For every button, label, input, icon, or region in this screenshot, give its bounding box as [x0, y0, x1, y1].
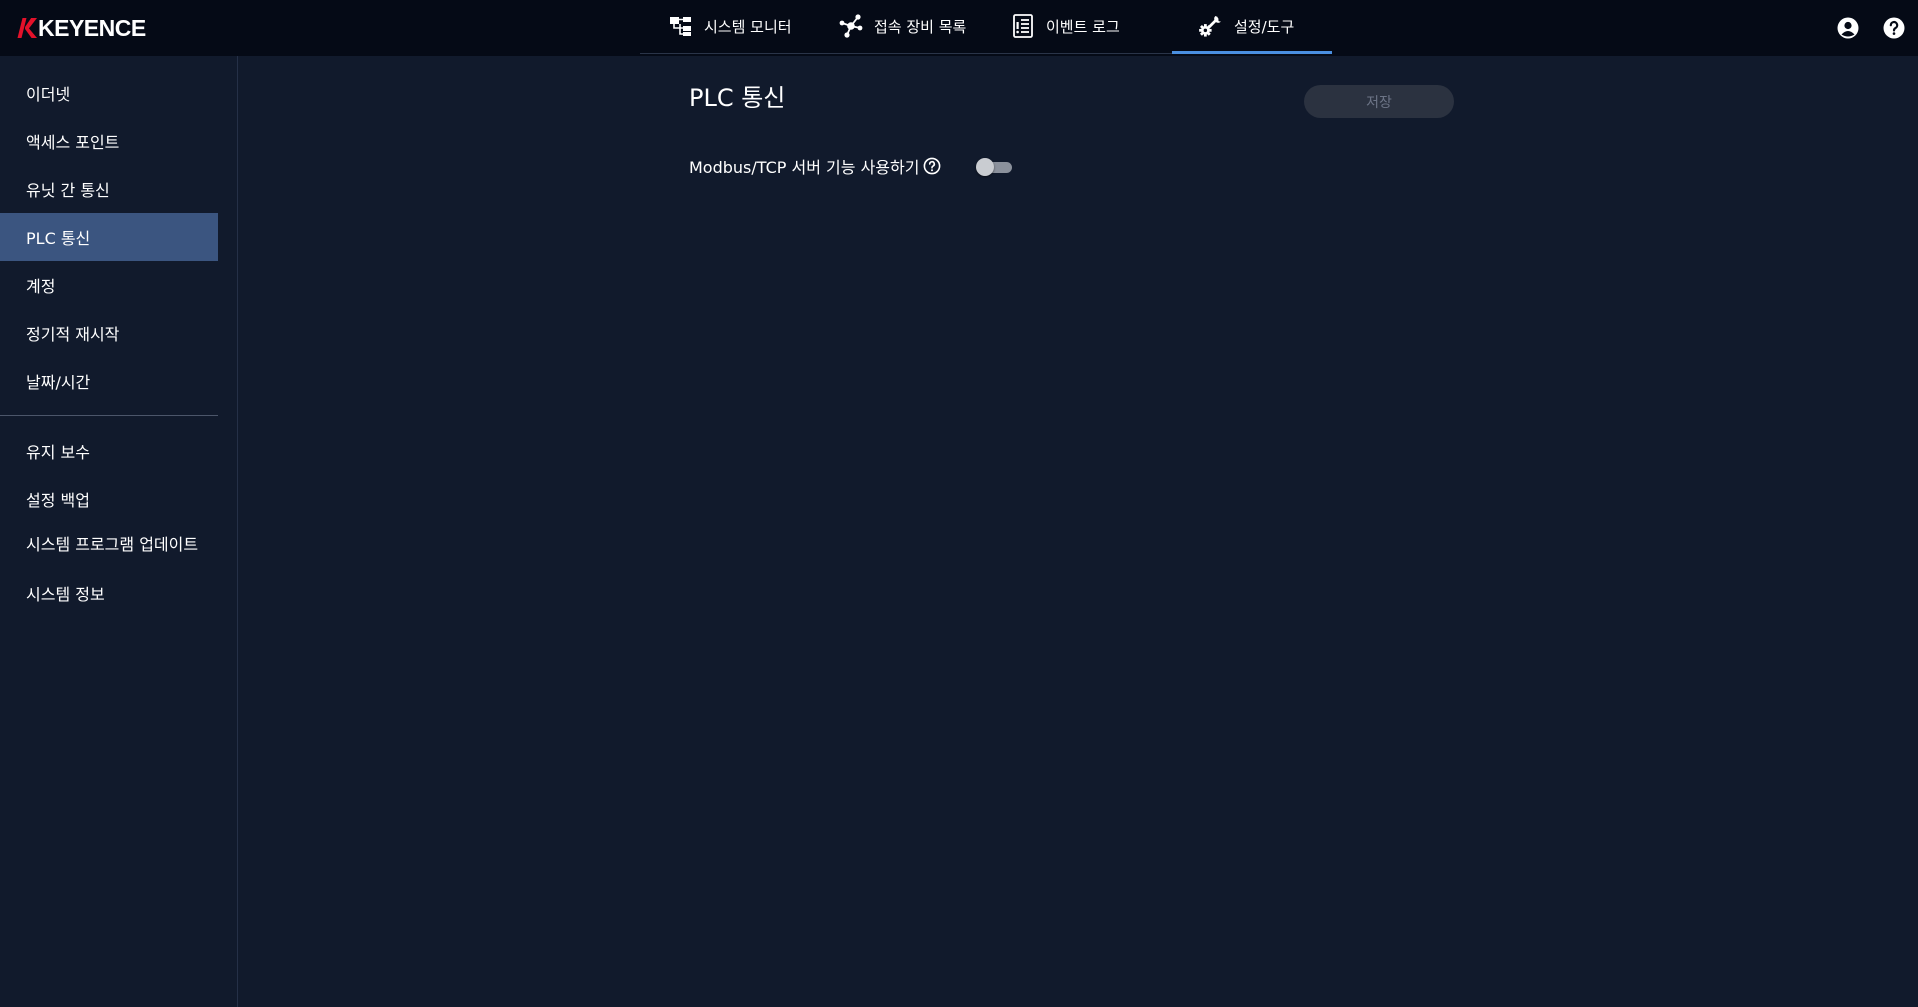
- sidebar-item-date-time[interactable]: 날짜/시간: [0, 357, 218, 405]
- help-circle-icon[interactable]: [923, 157, 941, 175]
- logo-text: KEYENCE: [38, 15, 146, 41]
- account-icon[interactable]: [1836, 16, 1860, 40]
- save-button[interactable]: 저장: [1304, 85, 1454, 118]
- sidebar-item-periodic-restart[interactable]: 정기적 재시작: [0, 309, 218, 357]
- sidebar-tools-list: 유지 보수 설정 백업 시스템 프로그램 업데이트 시스템 정보: [0, 427, 218, 619]
- tab-connected-devices[interactable]: 접속 장비 목록: [816, 0, 992, 52]
- sidebar-item-ethernet[interactable]: 이더넷: [0, 69, 218, 117]
- toggle-knob: [976, 158, 994, 176]
- tab-system-monitor[interactable]: 시스템 모니터: [640, 0, 816, 52]
- system-monitor-icon: [668, 13, 694, 39]
- network-nodes-icon: [838, 13, 864, 39]
- modbus-setting-label: Modbus/TCP 서버 기능 사용하기: [689, 158, 920, 177]
- sidebar-item-settings-backup[interactable]: 설정 백업: [0, 475, 218, 523]
- modbus-server-toggle[interactable]: [976, 158, 1014, 176]
- event-log-icon: [1010, 13, 1036, 39]
- sidebar: 이더넷 액세스 포인트 유닛 간 통신 PLC 통신 계정 정기적 재시작 날짜…: [0, 56, 238, 1007]
- sidebar-item-maintenance[interactable]: 유지 보수: [0, 427, 218, 475]
- main-nav: 시스템 모니터 접속 장비 목록 이벤트 로그 설정/도구: [640, 0, 1332, 54]
- sidebar-item-plc-communication[interactable]: PLC 통신: [0, 213, 218, 261]
- tab-label: 설정/도구: [1234, 17, 1295, 36]
- top-header: KEYENCE 시스템 모니터 접속 장비 목록 이벤트 로그 설정/도구: [0, 0, 1918, 56]
- sidebar-item-system-program-update[interactable]: 시스템 프로그램 업데이트: [0, 523, 218, 567]
- tab-label: 접속 장비 목록: [874, 17, 967, 36]
- sidebar-settings-list: 이더넷 액세스 포인트 유닛 간 통신 PLC 통신 계정 정기적 재시작 날짜…: [0, 56, 218, 405]
- tab-label: 시스템 모니터: [704, 17, 792, 36]
- page-title: PLC 통신: [689, 84, 786, 112]
- logo-k-mark: [17, 17, 37, 39]
- settings-tools-icon: [1198, 13, 1224, 39]
- help-icon[interactable]: [1882, 16, 1906, 40]
- sidebar-divider: [0, 415, 218, 416]
- tab-label: 이벤트 로그: [1046, 17, 1120, 36]
- modbus-setting-row: Modbus/TCP 서버 기능 사용하기: [689, 154, 941, 178]
- sidebar-item-inter-unit-communication[interactable]: 유닛 간 통신: [0, 165, 218, 213]
- sidebar-item-account[interactable]: 계정: [0, 261, 218, 309]
- sidebar-item-system-info[interactable]: 시스템 정보: [0, 567, 218, 619]
- sidebar-item-access-point[interactable]: 액세스 포인트: [0, 117, 218, 165]
- tab-settings-tools[interactable]: 설정/도구: [1172, 0, 1332, 54]
- tab-event-log[interactable]: 이벤트 로그: [992, 0, 1172, 52]
- header-actions: [1836, 0, 1918, 56]
- keyence-logo: KEYENCE: [17, 14, 146, 42]
